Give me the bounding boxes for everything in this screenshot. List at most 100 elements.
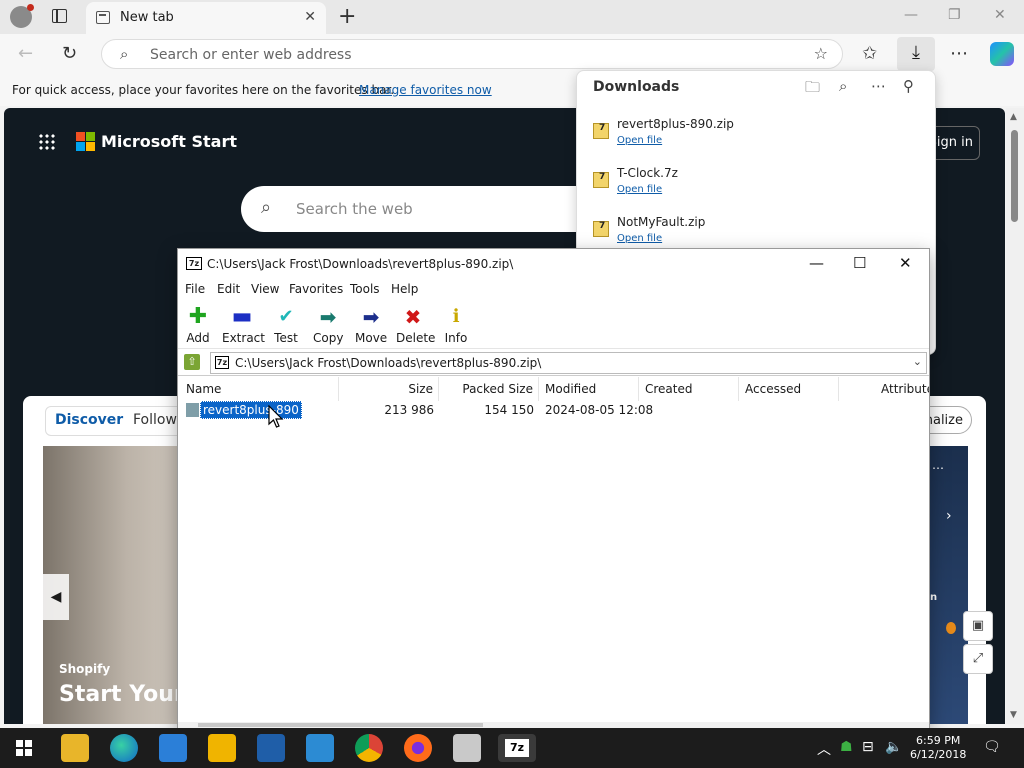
file-list: Name Size Packed Size Modified Created A… (178, 377, 929, 722)
path-combobox[interactable]: 7z C:\Users\Jack Frost\Downloads\revert8… (210, 352, 927, 374)
feedback-icon[interactable]: ▣ (963, 611, 993, 641)
menu-view[interactable]: View (251, 282, 279, 296)
open-file-link[interactable]: Open file (617, 233, 662, 244)
notifications-icon[interactable]: 🗨 (983, 739, 1001, 755)
column-size[interactable]: Size (339, 377, 439, 401)
app-launcher-icon[interactable] (38, 133, 56, 151)
copy-label: Copy (313, 331, 344, 345)
sevenzip-window: 7z C:\Users\Jack Frost\Downloads\revert8… (177, 248, 930, 728)
test-button[interactable]: ✔ Test (274, 305, 298, 345)
open-folder-icon[interactable]: 🗀 (805, 77, 820, 102)
edge-browser-icon[interactable] (110, 734, 138, 762)
firefox-icon[interactable] (404, 734, 432, 762)
restore-icon[interactable]: ❐ (948, 7, 961, 23)
sevenzip-taskbar-logo: 7z (505, 739, 529, 757)
expand-icon[interactable]: ⤢ (963, 644, 993, 674)
sun-icon (946, 622, 956, 634)
address-bar[interactable]: ⌕ Search or enter web address ☆ (101, 39, 843, 69)
download-item[interactable]: T-Clock.7z Open file (593, 166, 913, 206)
chevron-down-icon[interactable]: ⌄ (913, 355, 922, 368)
page-scrollbar[interactable]: ▲ ▼ (1006, 108, 1024, 724)
move-button[interactable]: ➡ Move (355, 305, 387, 345)
scroll-up-icon[interactable]: ▲ (1010, 112, 1017, 122)
menu-edit[interactable]: Edit (217, 282, 240, 296)
more-icon[interactable]: ⋯ (871, 77, 886, 95)
favorites-icon[interactable]: ✩ (862, 43, 877, 64)
add-button[interactable]: ✚ Add (186, 305, 210, 346)
store-icon[interactable] (208, 734, 236, 762)
sevenzip-taskbar-icon[interactable]: 7z (498, 734, 536, 762)
minimize-icon[interactable]: — (809, 254, 824, 272)
plus-icon[interactable]: + (338, 4, 356, 29)
column-created[interactable]: Created (639, 377, 739, 401)
download-item[interactable]: revert8plus-890.zip Open file (593, 117, 913, 157)
open-file-link[interactable]: Open file (617, 184, 662, 195)
close-window-icon[interactable]: ✕ (994, 7, 1006, 23)
menu-favorites[interactable]: Favorites (289, 282, 343, 296)
manage-favorites-link[interactable]: Manage favorites now (359, 83, 492, 97)
chrome-icon[interactable] (355, 734, 383, 762)
system-clock[interactable]: 6:59 PM 6/12/2018 (910, 734, 966, 762)
side-card[interactable]: … › n (928, 446, 968, 724)
test-label: Test (274, 331, 298, 345)
tab-new-tab[interactable]: New tab ✕ (86, 2, 326, 34)
menu-tools[interactable]: Tools (350, 282, 380, 296)
control-panel-icon[interactable] (453, 734, 481, 762)
back-icon[interactable]: ← (18, 43, 33, 64)
tab-discover[interactable]: Discover (55, 412, 123, 428)
microsoft-logo-icon (76, 132, 96, 152)
menu-help[interactable]: Help (391, 282, 418, 296)
refresh-icon[interactable]: ↻ (62, 43, 77, 64)
close-icon[interactable]: ✕ (899, 254, 912, 272)
info-button[interactable]: ℹ Info (444, 305, 468, 345)
archive-file-icon (593, 221, 609, 237)
mail-icon[interactable] (159, 734, 187, 762)
chevron-right-icon[interactable]: › (946, 508, 952, 524)
tab-actions-icon[interactable] (52, 9, 67, 23)
column-accessed[interactable]: Accessed (739, 377, 839, 401)
open-file-link[interactable]: Open file (617, 135, 662, 146)
minimize-icon[interactable]: — (904, 7, 918, 23)
carousel-prev-icon[interactable]: ◀ (43, 574, 69, 620)
archive-file-icon (593, 172, 609, 188)
column-packed-size[interactable]: Packed Size (439, 377, 539, 401)
windows-start-icon[interactable] (16, 740, 32, 756)
downloads-icon[interactable]: ⤓ (897, 37, 935, 71)
volume-icon[interactable]: 🔈 (885, 739, 902, 755)
column-modified[interactable]: Modified (539, 377, 639, 401)
row-name[interactable]: revert8plus-890 (200, 401, 302, 419)
column-attributes[interactable]: Attributes (839, 377, 929, 401)
column-name[interactable]: Name (178, 377, 339, 401)
maximize-icon[interactable]: ☐ (853, 254, 866, 272)
archive-file-icon (593, 123, 609, 139)
path-text: C:\Users\Jack Frost\Downloads\revert8plu… (235, 356, 542, 370)
mouse-cursor-icon (268, 405, 284, 428)
path-bar: ⇧ 7z C:\Users\Jack Frost\Downloads\rever… (178, 350, 929, 376)
sevenzip-toolbar: ✚ Add ▬ Extract ✔ Test ➡ Copy ➡ Move ✖ D… (178, 301, 929, 349)
menu-file[interactable]: File (185, 282, 205, 296)
sevenzip-titlebar[interactable]: 7z C:\Users\Jack Frost\Downloads\revert8… (178, 249, 929, 279)
scroll-thumb[interactable] (198, 723, 483, 727)
file-explorer-icon[interactable] (61, 734, 89, 762)
copilot-icon[interactable] (990, 42, 1014, 66)
table-row[interactable]: revert8plus-890 213 986 154 150 2024-08-… (178, 401, 929, 419)
network-icon[interactable]: ⊟ (862, 739, 874, 755)
folder-up-icon[interactable]: ⇧ (184, 354, 200, 370)
more-icon[interactable]: ⋯ (950, 43, 968, 64)
search-icon[interactable]: ⌕ (839, 77, 847, 95)
chevron-up-icon[interactable]: ︿ (817, 739, 831, 759)
pin-icon[interactable]: ⚲ (903, 77, 914, 95)
user-icon[interactable]: ☗ (840, 739, 853, 755)
favorite-star-icon[interactable]: ☆ (814, 44, 828, 63)
hero-source: Shopify (59, 662, 111, 676)
delete-button[interactable]: ✖ Delete (396, 305, 435, 345)
extract-button[interactable]: ▬ Extract (222, 305, 265, 346)
media-player-icon[interactable] (257, 734, 285, 762)
profile-avatar[interactable] (10, 4, 34, 28)
scroll-down-icon[interactable]: ▼ (1010, 710, 1017, 720)
paint-icon[interactable] (306, 734, 334, 762)
scroll-thumb[interactable] (1011, 130, 1018, 222)
copy-button[interactable]: ➡ Copy (313, 305, 343, 345)
close-tab-icon[interactable]: ✕ (304, 9, 316, 25)
more-icon[interactable]: … (932, 458, 944, 472)
